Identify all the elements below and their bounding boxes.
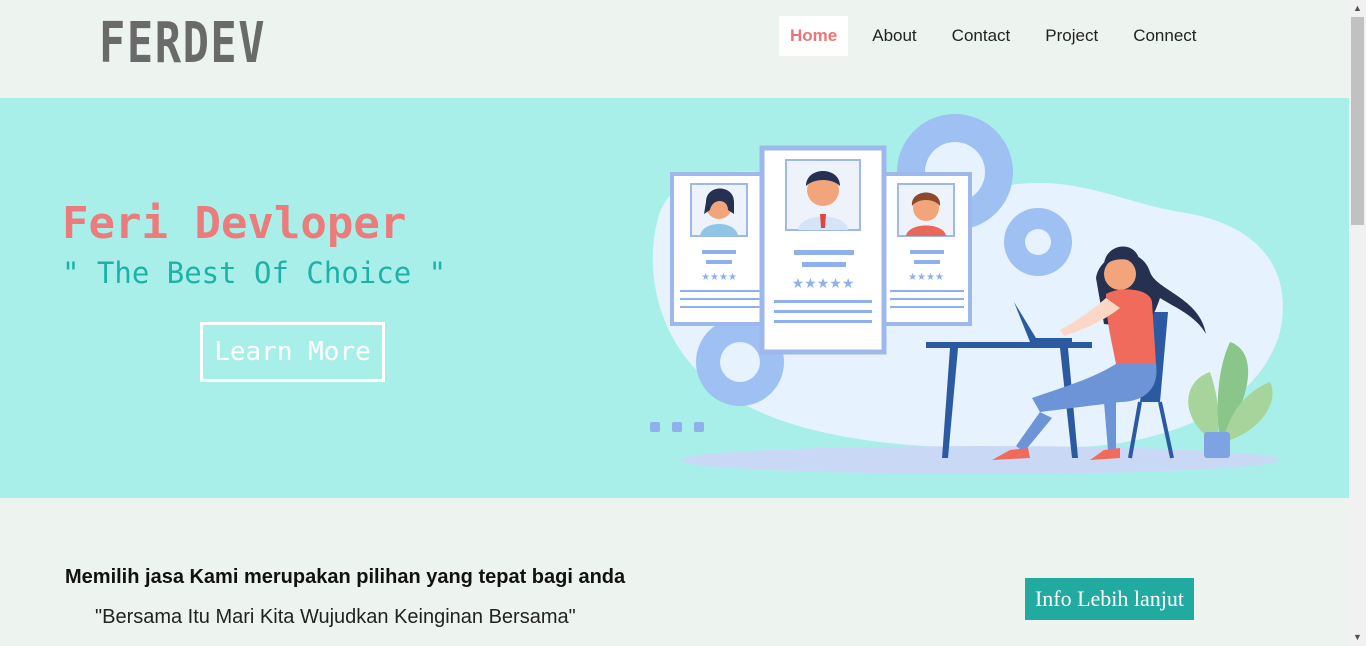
site-header: FERDEV Home About Contact Project Connec… [0,0,1349,98]
tagline-quote: "Bersama Itu Mari Kita Wujudkan Keingina… [95,606,576,628]
nav-project[interactable]: Project [1034,16,1109,56]
svg-text:★★★★★: ★★★★★ [792,275,855,291]
scrollbar-thumb[interactable] [1351,17,1364,225]
learn-more-button[interactable]: Learn More [200,322,385,382]
site-logo[interactable]: FERDEV [99,16,266,72]
nav-connect[interactable]: Connect [1122,16,1207,56]
hero-section: Feri Devloper " The Best Of Choice " Lea… [0,98,1349,498]
hero-illustration: ★★★★ ★★★★ ★★★★★ [650,114,1283,474]
svg-text:★★★★: ★★★★ [908,272,944,283]
hero-title: Feri Devloper [62,198,407,249]
main-nav: Home About Contact Project Connect [779,16,1221,56]
hero-subtitle: " The Best Of Choice " [62,256,447,290]
vertical-scrollbar[interactable]: ▲ ▼ [1349,0,1366,646]
nav-home[interactable]: Home [779,16,849,56]
tagline-title: Memilih jasa Kami merupakan pilihan yang… [65,566,626,588]
nav-contact[interactable]: Contact [941,16,1022,56]
svg-text:★★★★: ★★★★ [701,272,737,283]
nav-about[interactable]: About [861,16,927,56]
chevron-down-icon[interactable]: ▼ [1349,629,1366,646]
page: FERDEV Home About Contact Project Connec… [0,0,1349,646]
chevron-up-icon[interactable]: ▲ [1349,0,1366,17]
info-more-button[interactable]: Info Lebih lanjut [1025,578,1194,620]
